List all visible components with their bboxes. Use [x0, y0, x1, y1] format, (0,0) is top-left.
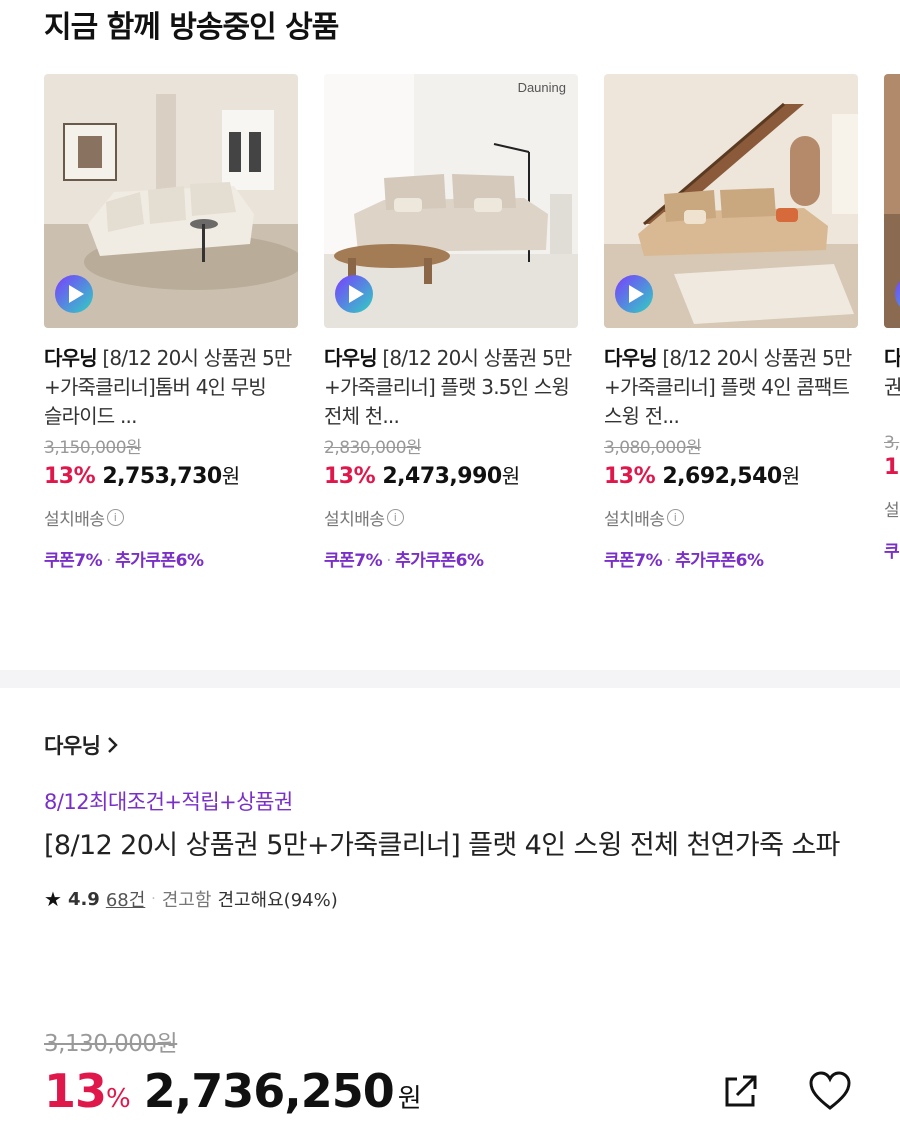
separator: ·: [151, 891, 156, 907]
original-price: 3,130,000원: [44, 1031, 178, 1057]
discount-rate: 13: [44, 1064, 107, 1118]
sale-price: 13% 2,692,540원: [604, 464, 800, 489]
coupon-badges: 쿠폰7% · 추가쿠폰6%: [324, 551, 484, 571]
coupon-badges: 쿠폰7% · 추가쿠폰6%: [44, 551, 204, 571]
share-button[interactable]: [718, 1068, 764, 1114]
coupon-badges: 쿠폰7% · 추가쿠폰6%: [604, 551, 764, 571]
shipping-info: 설치배송 i: [44, 505, 298, 530]
product-title: [8/12 20시 상품권 5만+가죽클리너] 플랫 4인 스윙 전체 천연가죽…: [44, 830, 840, 861]
attribute-label: 견고함: [161, 890, 212, 911]
original-price: 3,: [884, 433, 900, 453]
shipping-info: 설치배송 i: [604, 505, 858, 530]
product-title[interactable]: 다권 랫: [884, 344, 900, 431]
star-icon: ★: [44, 887, 62, 911]
brand-watermark: Dauning: [517, 80, 566, 95]
sale-price: 13: [884, 455, 900, 480]
promo-text: 8/12최대조건+적립+상품권: [44, 790, 293, 814]
heart-icon: [809, 1071, 851, 1110]
play-icon[interactable]: [54, 274, 94, 314]
info-icon[interactable]: i: [666, 509, 684, 526]
product-thumbnail[interactable]: [604, 74, 858, 328]
section-title: 지금 함께 방송중인 상품: [44, 10, 339, 45]
attribute-value: 견고해요(94%): [217, 890, 338, 911]
price-value: 2,736,250: [143, 1064, 395, 1118]
rating-score: 4.9: [67, 888, 100, 910]
product-detail-header: 다우닝 8/12최대조건+적립+상품권 [8/12 20시 상품권 5만+가죽클…: [44, 730, 874, 912]
product-title[interactable]: 다우닝 [8/12 20시 상품권 5만+가죽클리너] 플랫 3.5인 스윙 전…: [324, 344, 578, 431]
product-card[interactable]: 다우닝 [8/12 20시 상품권 5만+가죽클리너]톰버 4인 무빙 슬라이드…: [44, 74, 298, 571]
rating-summary: ★ 4.9 68건 · 견고함 견고해요(94%): [44, 886, 874, 912]
store-link[interactable]: 다우닝: [44, 730, 874, 760]
wishlist-button[interactable]: [806, 1068, 854, 1114]
play-icon[interactable]: [894, 274, 900, 314]
product-thumbnail[interactable]: [884, 74, 900, 328]
shipping-info: 설: [884, 501, 900, 521]
coupon-badges: 쿠: [884, 542, 900, 562]
shipping-info: 설치배송 i: [324, 505, 578, 530]
play-icon[interactable]: [614, 274, 654, 314]
product-card[interactable]: 다권 랫 3, 13 설 쿠: [884, 74, 900, 562]
sale-price: 13% 2,753,730원: [44, 464, 240, 489]
play-icon[interactable]: [334, 274, 374, 314]
product-title[interactable]: 다우닝 [8/12 20시 상품권 5만+가죽클리너]톰버 4인 무빙 슬라이드…: [44, 344, 298, 431]
product-thumbnail[interactable]: Dauning: [324, 74, 578, 328]
info-icon[interactable]: i: [386, 509, 404, 526]
product-thumbnail[interactable]: [44, 74, 298, 328]
original-price: 2,830,000원: [324, 438, 422, 458]
sale-price: 13% 2,736,250 원: [44, 1064, 422, 1118]
sale-price: 13% 2,473,990원: [324, 464, 520, 489]
review-count-link[interactable]: 68건: [106, 886, 145, 912]
chevron-right-icon: [108, 737, 119, 753]
product-card[interactable]: Dauning 다우닝 [8/12 20시 상품권 5만+가죽클리너] 플랫 3…: [324, 74, 578, 571]
section-divider: [0, 670, 900, 688]
original-price: 3,080,000원: [604, 438, 702, 458]
product-title[interactable]: 다우닝 [8/12 20시 상품권 5만+가죽클리너] 플랫 4인 콤팩트 스윙…: [604, 344, 858, 431]
original-price: 3,150,000원: [44, 438, 142, 458]
info-icon[interactable]: i: [106, 509, 124, 526]
live-products-carousel[interactable]: 다우닝 [8/12 20시 상품권 5만+가죽클리너]톰버 4인 무빙 슬라이드…: [44, 74, 900, 634]
share-icon: [725, 1075, 757, 1107]
product-card[interactable]: 다우닝 [8/12 20시 상품권 5만+가죽클리너] 플랫 4인 콤팩트 스윙…: [604, 74, 858, 571]
